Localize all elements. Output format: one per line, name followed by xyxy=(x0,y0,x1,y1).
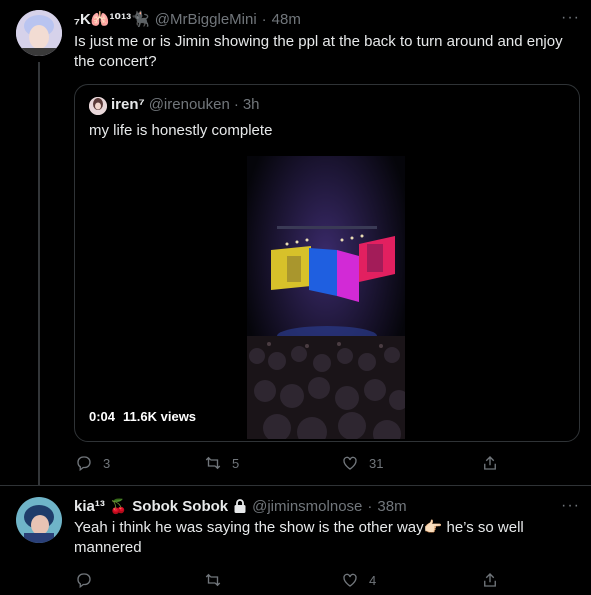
reply-icon xyxy=(77,573,91,589)
concert-video-thumbnail xyxy=(247,156,405,439)
share-button[interactable] xyxy=(481,454,499,472)
reply-count: 3 xyxy=(103,455,111,471)
share-icon xyxy=(484,456,496,470)
like-button[interactable]: 4 xyxy=(341,571,376,589)
avatar[interactable] xyxy=(16,10,62,56)
retweet-icon xyxy=(205,456,221,470)
like-count: 4 xyxy=(369,572,377,588)
quoted-timestamp: 3h xyxy=(242,96,260,113)
tweet-text: Is just me or is Jimin showing the ppl a… xyxy=(74,33,563,70)
reply-button[interactable] xyxy=(75,571,103,589)
quoted-display-name: iren⁷ xyxy=(111,96,145,113)
like-button[interactable]: 31 xyxy=(341,454,383,472)
tweet-divider xyxy=(0,485,591,486)
video-duration: 0:04 xyxy=(89,409,116,424)
more-options-icon[interactable]: ··· xyxy=(561,497,580,515)
like-count: 31 xyxy=(369,455,384,471)
lock-icon xyxy=(234,498,246,513)
heart-icon xyxy=(343,456,357,470)
quoted-avatar xyxy=(89,97,107,115)
handle[interactable]: @MrBiggleMini xyxy=(155,11,257,28)
tweet-header: ₇K🫁¹⁰¹³🐈‍⬛ @MrBiggleMini · 48m xyxy=(74,10,301,29)
video-player[interactable] xyxy=(247,156,405,439)
display-name[interactable]: ₇K🫁¹⁰¹³🐈‍⬛ xyxy=(74,10,150,28)
display-name[interactable]: kia¹³ xyxy=(74,498,105,515)
tweet-header: kia¹³ 🍒 Sobok Sobok @jiminsmolnose · 38m xyxy=(74,497,407,515)
display-name-2[interactable]: Sobok Sobok xyxy=(132,498,228,515)
handle[interactable]: @jiminsmolnose xyxy=(252,498,362,515)
quoted-tweet[interactable]: iren⁷ @irenouken · 3h my life is honestl… xyxy=(74,84,580,442)
more-options-icon[interactable]: ··· xyxy=(561,9,580,27)
heart-icon xyxy=(343,573,357,587)
quoted-text: my life is honestly complete xyxy=(89,122,273,139)
timestamp[interactable]: 48m xyxy=(272,11,301,28)
tweet-text: Yeah i think he was saying the show is t… xyxy=(74,519,524,556)
video-views: 11.6K views xyxy=(123,409,197,424)
avatar[interactable] xyxy=(16,497,62,543)
retweet-button[interactable] xyxy=(204,571,232,589)
quoted-handle: @irenouken xyxy=(148,96,230,113)
cherry-emoji: 🍒 xyxy=(109,497,128,514)
share-icon xyxy=(484,573,496,587)
reply-button[interactable]: 3 xyxy=(75,454,110,472)
thread-line xyxy=(38,62,40,486)
retweet-button[interactable]: 5 xyxy=(204,454,239,472)
video-stats: 0:04 11.6K views xyxy=(89,409,196,424)
timestamp[interactable]: 38m xyxy=(377,498,406,515)
retweet-icon xyxy=(205,573,221,587)
retweet-count: 5 xyxy=(232,455,240,471)
reply-icon xyxy=(77,456,91,472)
share-button[interactable] xyxy=(481,571,499,589)
